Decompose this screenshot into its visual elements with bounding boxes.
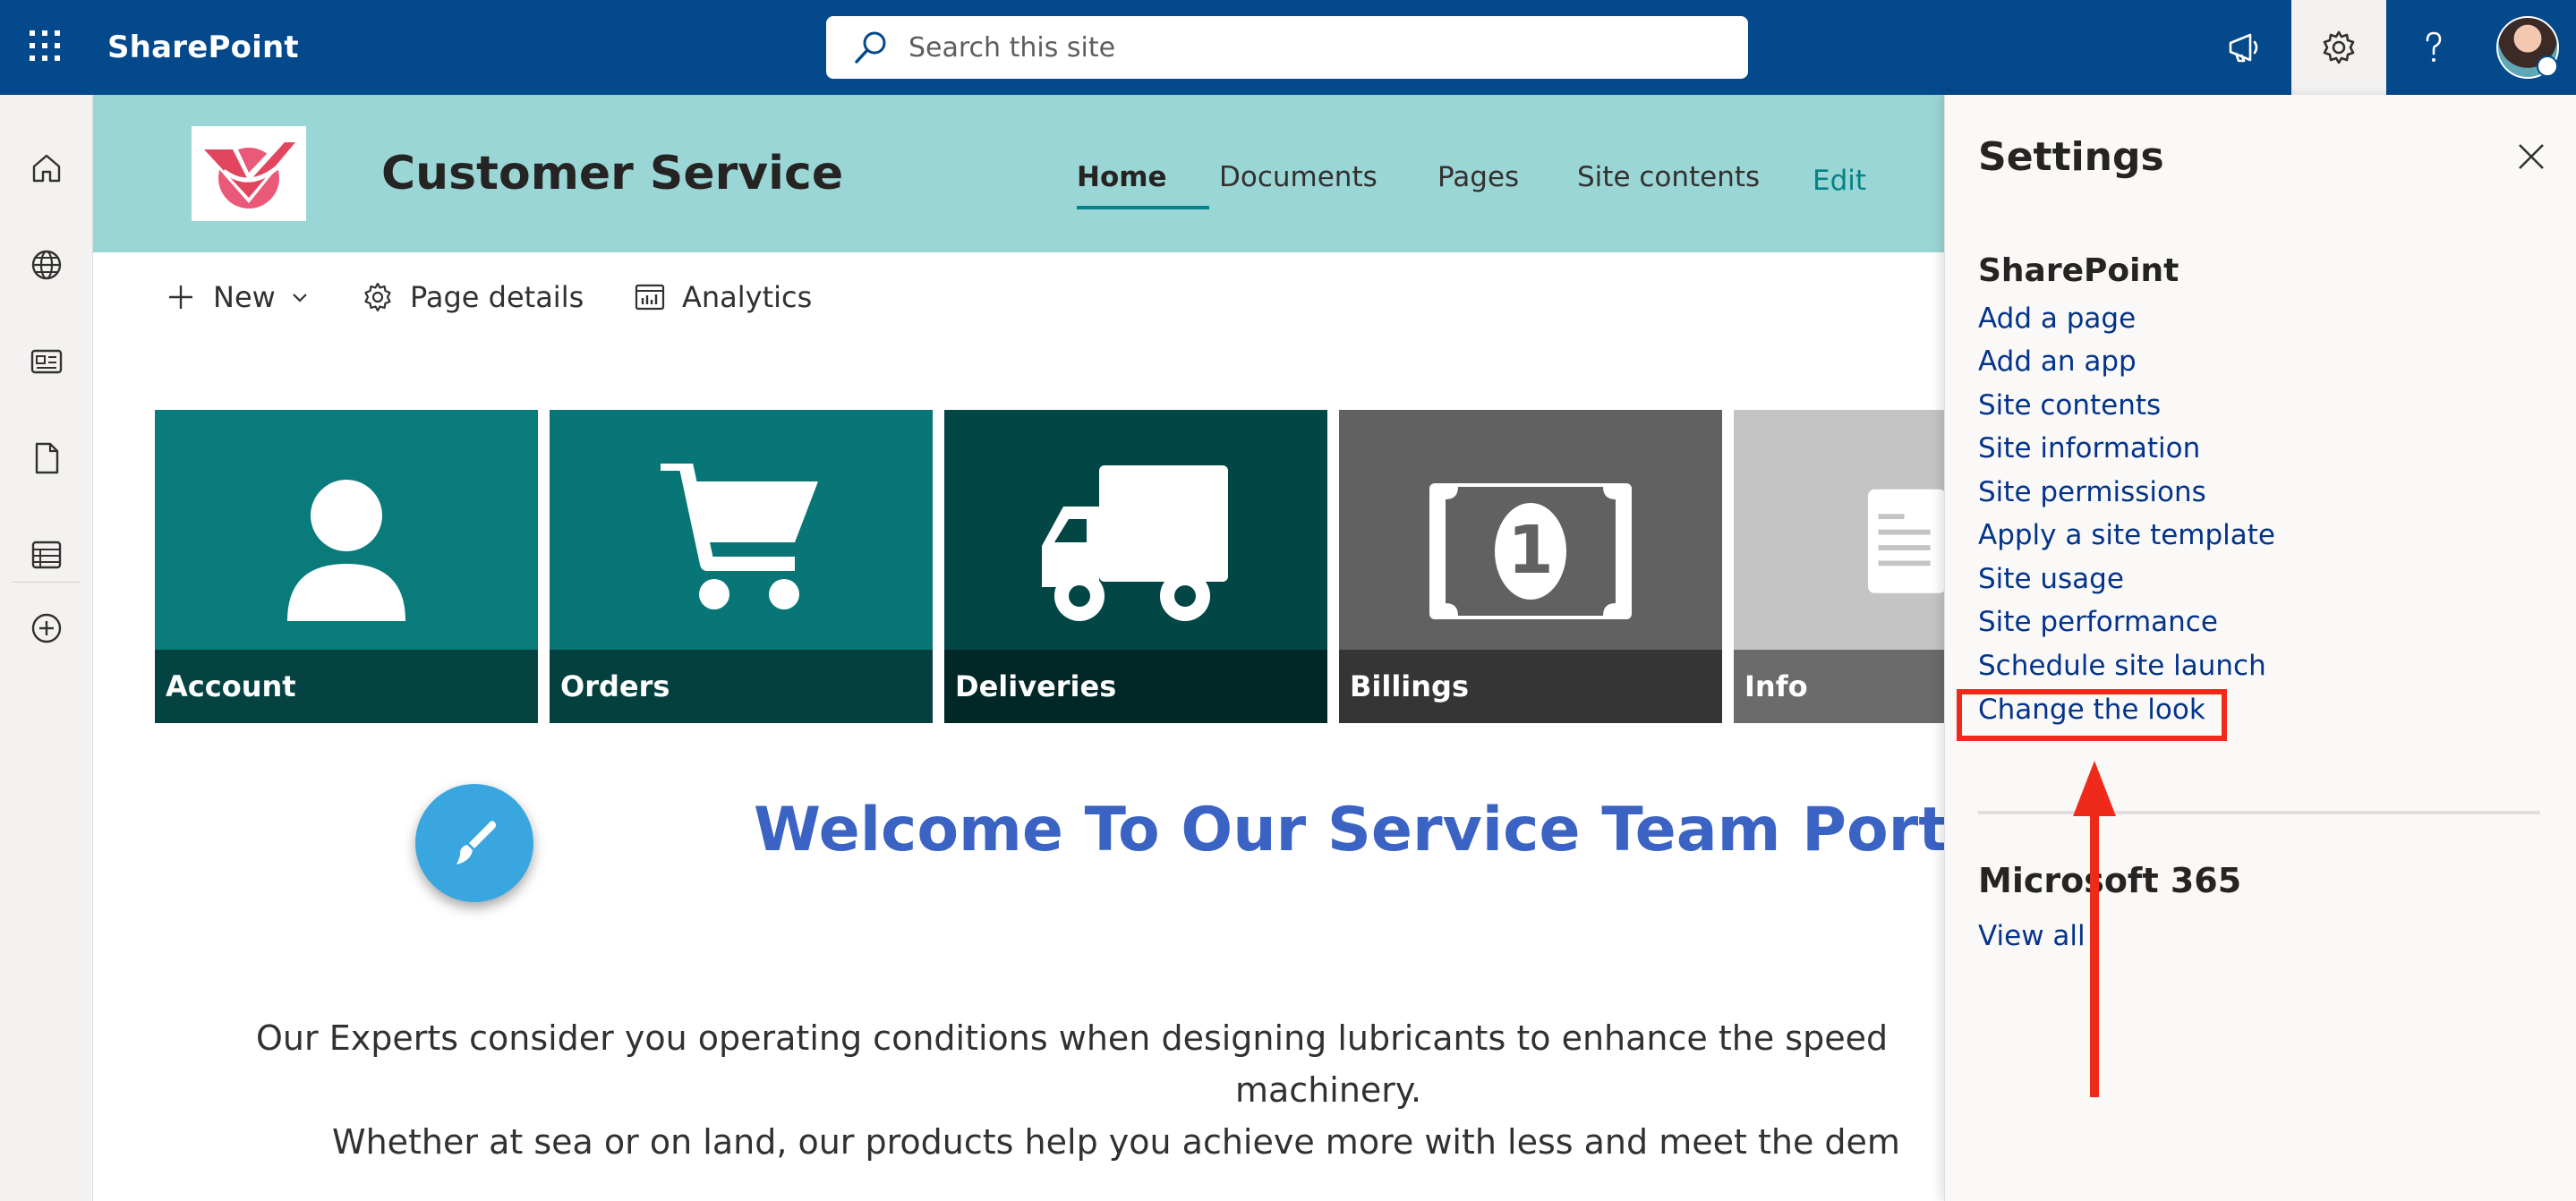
app-launcher-icon[interactable]: [20, 21, 70, 71]
nav-home[interactable]: Home: [1077, 161, 1167, 193]
new-button-label: New: [213, 280, 276, 314]
highlight-box: [1957, 689, 2227, 741]
red-arrow-icon: [2073, 761, 2116, 1097]
site-logo[interactable]: [192, 126, 306, 221]
create-icon[interactable]: [20, 601, 73, 655]
nav-site-contents[interactable]: Site contents: [1577, 161, 1760, 193]
nav-active-indicator: [1077, 206, 1209, 209]
welcome-line-2: machinery.: [1235, 1070, 1422, 1110]
section-sharepoint: SharePoint: [1978, 252, 2179, 289]
link-site-usage[interactable]: Site usage: [1978, 563, 2124, 595]
search-input[interactable]: [908, 31, 1714, 64]
news-icon[interactable]: [20, 335, 73, 388]
search-icon: [853, 30, 889, 65]
home-icon[interactable]: [20, 141, 73, 195]
globe-icon[interactable]: [20, 238, 73, 292]
command-bar: New Page details Analytics: [93, 252, 1946, 342]
tile-account[interactable]: Account: [155, 410, 538, 723]
close-icon[interactable]: [2509, 134, 2554, 179]
settings-button[interactable]: [2291, 0, 2386, 95]
announcement-button[interactable]: [2196, 0, 2291, 95]
welcome-line-3: Whether at sea or on land, our products …: [332, 1122, 1900, 1162]
link-add-an-app[interactable]: Add an app: [1978, 345, 2137, 378]
edit-theme-button[interactable]: [415, 784, 533, 902]
tile-label: Deliveries: [944, 650, 1327, 723]
welcome-heading: Welcome To Our Service Team Portal: [754, 795, 2009, 865]
welcome-text: Our Experts consider you operating condi…: [93, 1011, 1946, 1201]
nav-pages[interactable]: Pages: [1437, 161, 1519, 193]
link-site-performance[interactable]: Site performance: [1978, 606, 2218, 638]
new-button[interactable]: New: [165, 276, 310, 319]
person-icon: [155, 464, 538, 625]
link-site-contents[interactable]: Site contents: [1978, 389, 2161, 422]
nav-documents[interactable]: Documents: [1219, 161, 1378, 193]
presence-badge-icon: [2537, 55, 2558, 77]
megaphone-icon: [2229, 33, 2258, 63]
tile-orders[interactable]: Orders: [550, 410, 933, 723]
site-search-box[interactable]: [826, 16, 1748, 79]
cart-icon: [550, 464, 933, 625]
suite-bar: SharePoint: [0, 0, 2576, 95]
tile-label: Orders: [550, 650, 933, 723]
paintbrush-icon: [456, 821, 496, 865]
tile-info[interactable]: Info: [1734, 410, 1946, 723]
gear-icon: [364, 282, 391, 312]
tile-label: Account: [155, 650, 538, 723]
help-button[interactable]: [2386, 0, 2481, 95]
settings-panel: Settings SharePoint Add a page Add an ap…: [1944, 95, 2576, 1201]
truck-icon: [944, 464, 1327, 625]
site-header: Customer Service Home Documents Pages Si…: [93, 95, 1946, 252]
app-bar: [0, 95, 93, 1201]
link-site-permissions[interactable]: Site permissions: [1978, 476, 2206, 508]
analytics-button[interactable]: Analytics: [634, 276, 812, 319]
lists-icon[interactable]: [20, 528, 73, 582]
plus-icon: [169, 285, 192, 309]
page-details-button[interactable]: Page details: [362, 276, 584, 319]
analytics-icon: [635, 284, 665, 311]
app-bar-divider: [13, 582, 81, 583]
gear-icon: [2323, 30, 2355, 64]
svg-text:1: 1: [1507, 512, 1554, 589]
page-details-label: Page details: [410, 280, 584, 314]
tile-label: Billings: [1339, 650, 1722, 723]
link-schedule-site-launch[interactable]: Schedule site launch: [1978, 650, 2266, 682]
question-mark-icon: [2426, 31, 2442, 62]
welcome-line-1: Our Experts consider you operating condi…: [256, 1018, 1889, 1058]
document-icon: [1734, 464, 1946, 625]
analytics-label: Analytics: [682, 280, 813, 314]
checkmark-logo-icon: [199, 139, 301, 209]
tile-billings[interactable]: 1 Billings: [1339, 410, 1722, 723]
site-title[interactable]: Customer Service: [381, 95, 843, 252]
app-name[interactable]: SharePoint: [107, 0, 299, 95]
settings-title: Settings: [1978, 134, 2164, 180]
link-add-a-page[interactable]: Add a page: [1978, 302, 2136, 335]
files-icon[interactable]: [20, 431, 73, 485]
chevron-down-icon: [293, 294, 307, 302]
link-apply-site-template[interactable]: Apply a site template: [1978, 519, 2275, 551]
banknote-icon: 1: [1339, 464, 1722, 625]
tile-label: Info: [1734, 650, 1946, 723]
tile-deliveries[interactable]: Deliveries: [944, 410, 1327, 723]
nav-edit-link[interactable]: Edit: [1813, 165, 1866, 197]
link-site-information[interactable]: Site information: [1978, 432, 2200, 464]
